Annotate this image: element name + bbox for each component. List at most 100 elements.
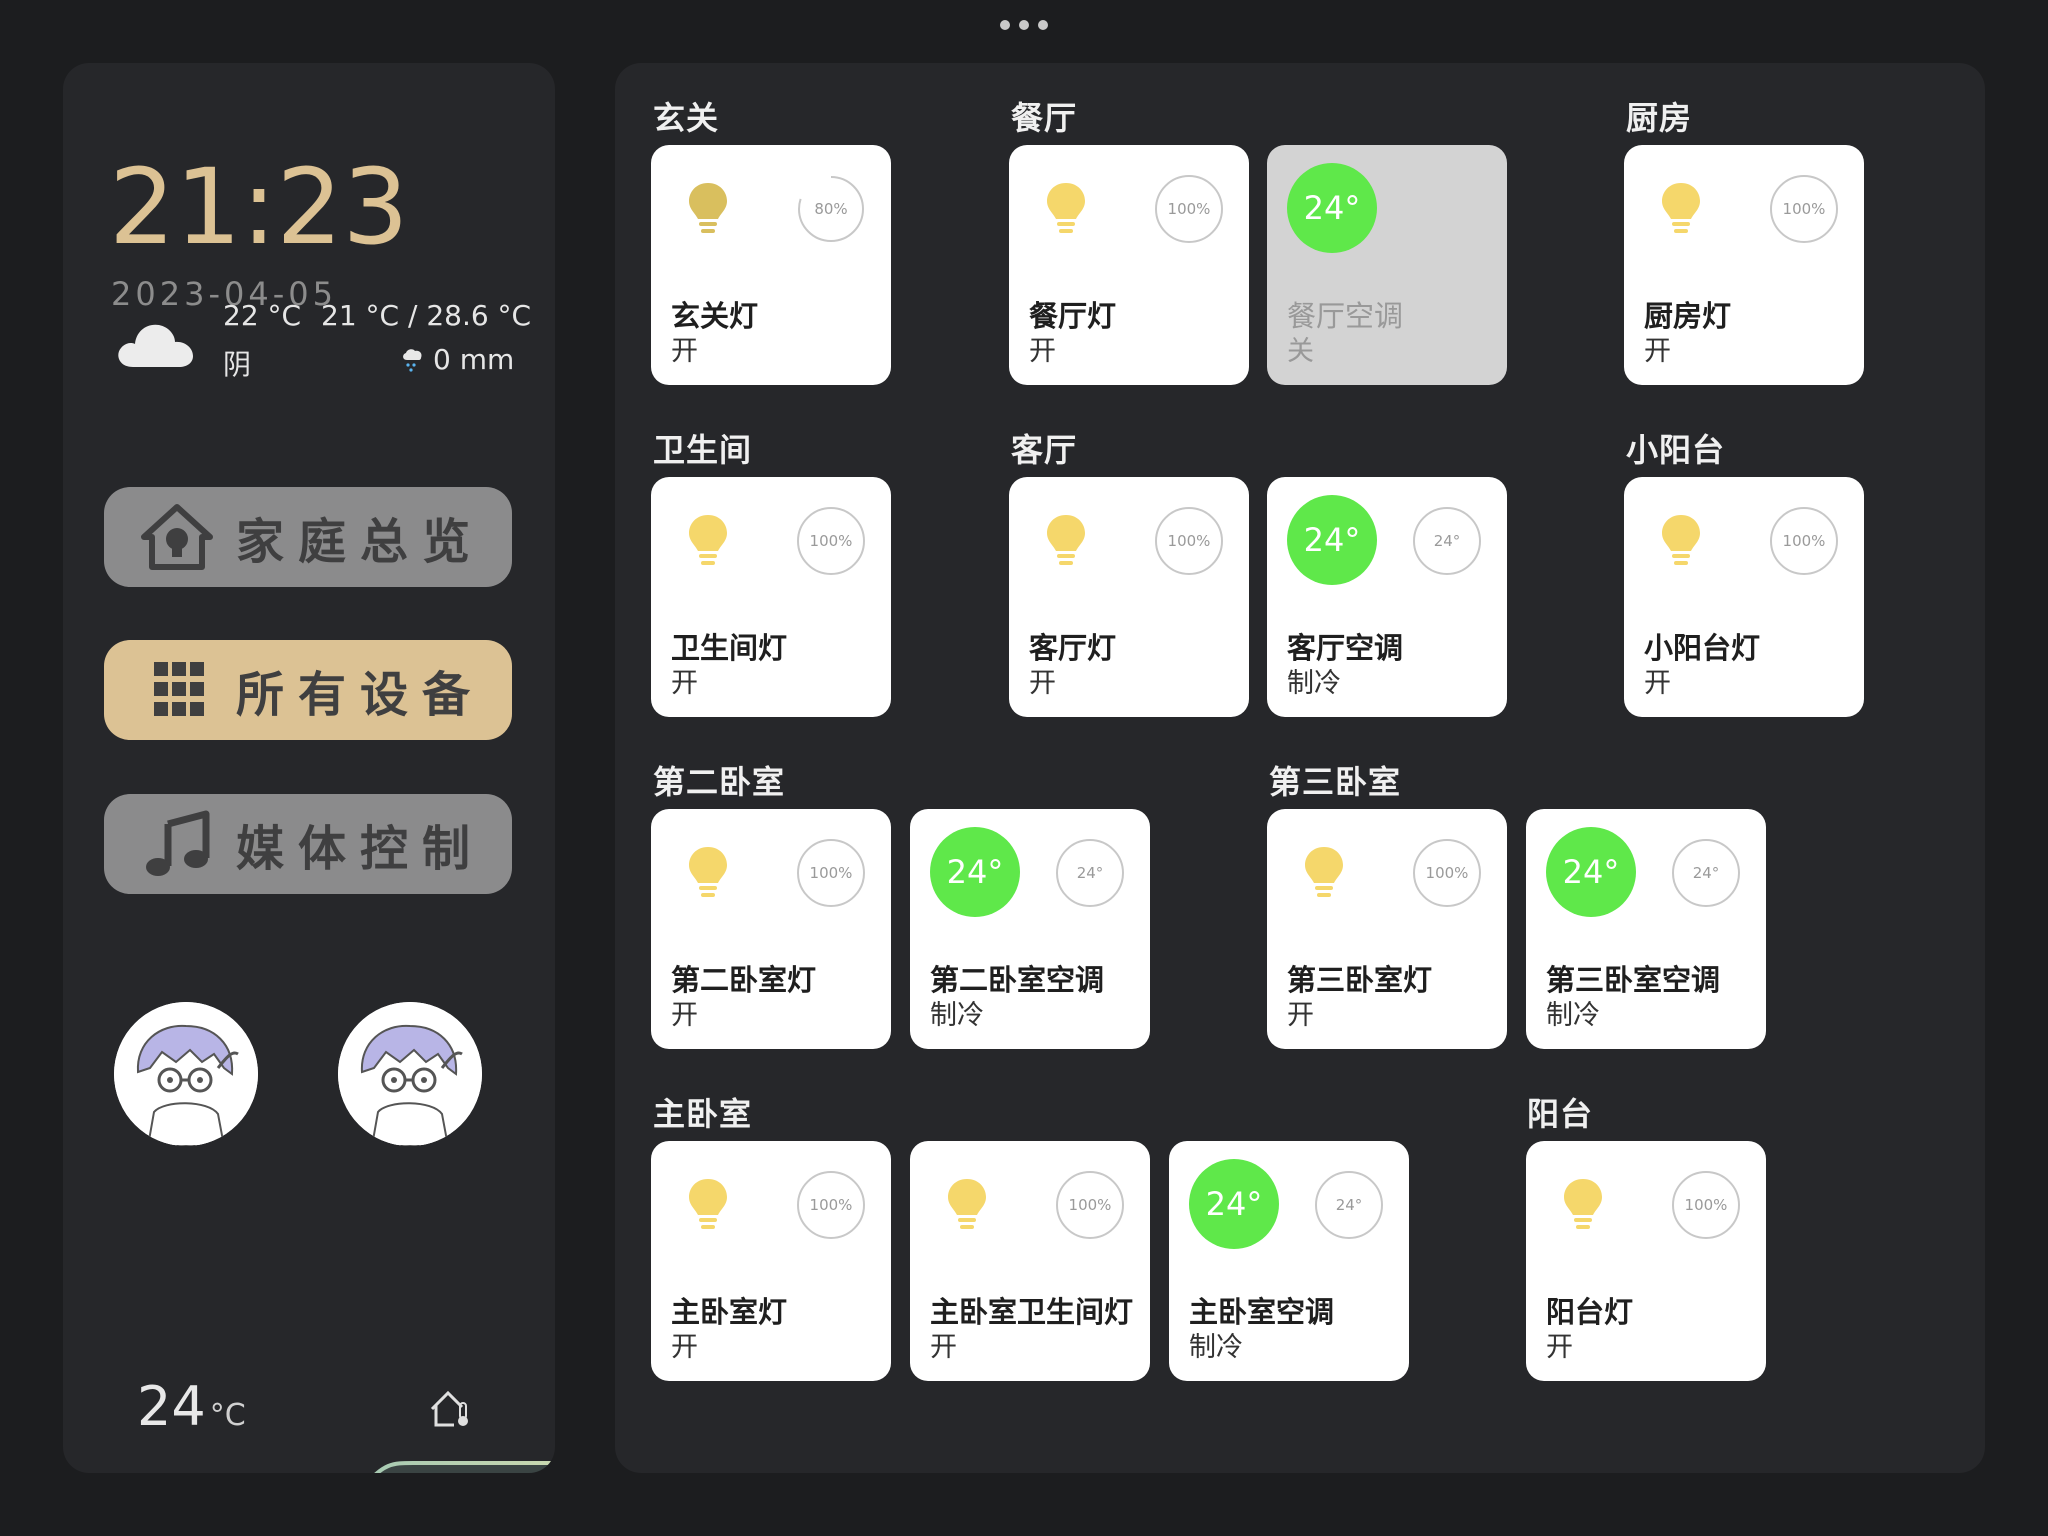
more-options-icon[interactable] (1000, 16, 1048, 34)
grid-icon (154, 662, 204, 716)
room-title: 主卧室 (653, 1095, 753, 1133)
brightness-indicator[interactable]: 100% (797, 839, 865, 907)
device-state: 开 (1029, 336, 1056, 367)
lightbulb-icon (1662, 183, 1700, 233)
user-avatar[interactable] (338, 1002, 482, 1146)
device-state: 开 (671, 1332, 698, 1363)
lightbulb-icon (1305, 847, 1343, 897)
device-state: 制冷 (1546, 1000, 1600, 1031)
room-title: 第二卧室 (653, 763, 786, 801)
indoor-temp-unit: °C (209, 1398, 246, 1433)
lightbulb-icon (1047, 515, 1085, 565)
sidebar: 21:23 2023-04-05 22 °C 21 °C / 28.6 °C 阴… (63, 63, 555, 1473)
weather-condition: 阴 (223, 348, 252, 381)
lightbulb-icon (1564, 1179, 1602, 1229)
device-card-light[interactable]: 100% 客厅灯 开 (1009, 477, 1249, 717)
all-devices-label: 所有设备 (236, 667, 485, 723)
weather-precip-value: 0 mm (433, 343, 515, 376)
device-state: 开 (671, 336, 698, 367)
brightness-indicator[interactable]: 100% (1672, 1171, 1740, 1239)
device-card-light[interactable]: 100% 第三卧室灯 开 (1267, 809, 1507, 1049)
device-card-light[interactable]: 100% 餐厅灯 开 (1009, 145, 1249, 385)
device-name: 主卧室卫生间灯 (930, 1295, 1134, 1329)
brightness-indicator[interactable]: 100% (1413, 839, 1481, 907)
ac-target-temp[interactable]: 24° (1056, 839, 1124, 907)
device-state: 制冷 (1189, 1332, 1243, 1363)
brightness-indicator[interactable]: 100% (1155, 507, 1223, 575)
device-card-light[interactable]: 80% 玄关灯 开 (651, 145, 891, 385)
device-state: 开 (1029, 668, 1056, 699)
rain-icon (403, 348, 422, 372)
ac-temperature-badge: 24° (1287, 163, 1377, 253)
device-panel: 玄关 餐厅 厨房 卫生间 客厅 小阳台 第二卧室 第三卧室 主卧室 阳台 80%… (615, 63, 1985, 1473)
device-card-ac[interactable]: 24° 24° 第三卧室空调 制冷 (1526, 809, 1766, 1049)
device-state: 开 (1644, 336, 1671, 367)
media-control-button[interactable]: 媒体控制 (104, 794, 512, 894)
clock-time: 21:23 (109, 146, 409, 268)
lightbulb-icon (689, 1179, 727, 1229)
all-devices-button[interactable]: 所有设备 (104, 640, 512, 740)
device-card-ac[interactable]: 24° 24° 主卧室空调 制冷 (1169, 1141, 1409, 1381)
device-card-light[interactable]: 100% 阳台灯 开 (1526, 1141, 1766, 1381)
music-note-icon (146, 810, 210, 876)
device-card-ac[interactable]: 24° 24° 第二卧室空调 制冷 (910, 809, 1150, 1049)
device-card-light[interactable]: 100% 主卧室灯 开 (651, 1141, 891, 1381)
dashboard-app: 21:23 2023-04-05 22 °C 21 °C / 28.6 °C 阴… (0, 0, 2048, 1536)
lightbulb-icon (689, 515, 727, 565)
device-state: 开 (671, 668, 698, 699)
user-avatar[interactable] (114, 1002, 258, 1146)
indoor-temp-value: 24 (137, 1375, 206, 1438)
device-card-ac[interactable]: 24° 餐厅空调 关 (1267, 145, 1507, 385)
media-control-label: 媒体控制 (236, 821, 485, 877)
room-title: 阳台 (1527, 1095, 1594, 1133)
home-overview-label: 家庭总览 (236, 514, 485, 570)
device-state: 开 (1644, 668, 1671, 699)
home-overview-button[interactable]: 家庭总览 (104, 487, 512, 587)
indoor-temperature: 24 °C (137, 1375, 246, 1438)
ac-temperature-badge: 24° (1287, 495, 1377, 585)
device-state: 开 (1287, 1000, 1314, 1031)
weather-precip: 0 mm (401, 343, 514, 376)
device-card-light[interactable]: 100% 卫生间灯 开 (651, 477, 891, 717)
ac-temperature-badge: 24° (930, 827, 1020, 917)
room-title: 厨房 (1626, 99, 1693, 137)
lightbulb-icon (1662, 515, 1700, 565)
cloud-icon (118, 324, 193, 367)
room-title: 第三卧室 (1269, 763, 1402, 801)
device-state: 开 (1546, 1332, 1573, 1363)
lightbulb-icon (948, 1179, 986, 1229)
device-state: 制冷 (930, 1000, 984, 1031)
ac-target-temp[interactable]: 24° (1315, 1171, 1383, 1239)
room-title: 餐厅 (1011, 99, 1078, 137)
lightbulb-icon (689, 183, 727, 233)
ac-target-temp[interactable]: 24° (1672, 839, 1740, 907)
room-title: 小阳台 (1626, 431, 1726, 469)
brightness-indicator[interactable]: 100% (1056, 1171, 1124, 1239)
device-state: 制冷 (1287, 668, 1341, 699)
device-card-light[interactable]: 100% 主卧室卫生间灯 开 (910, 1141, 1150, 1381)
home-thermometer-icon (430, 1390, 468, 1427)
device-card-light[interactable]: 100% 第二卧室灯 开 (651, 809, 891, 1049)
lightbulb-icon (1047, 183, 1085, 233)
device-card-ac[interactable]: 24° 24° 客厅空调 制冷 (1267, 477, 1507, 717)
brightness-indicator[interactable]: 100% (797, 1171, 865, 1239)
room-title: 玄关 (653, 99, 720, 137)
device-card-light[interactable]: 100% 小阳台灯 开 (1624, 477, 1864, 717)
room-title: 卫生间 (653, 431, 753, 469)
ac-temperature-badge: 24° (1189, 1159, 1279, 1249)
brightness-indicator[interactable]: 80% (797, 175, 865, 243)
weather-range: 21 °C / 28.6 °C (321, 299, 532, 332)
brightness-indicator[interactable]: 100% (1155, 175, 1223, 243)
brightness-indicator[interactable]: 100% (1770, 175, 1838, 243)
room-title: 客厅 (1011, 431, 1078, 469)
weather-temp: 22 °C (223, 299, 302, 332)
brightness-indicator[interactable]: 100% (1770, 507, 1838, 575)
device-state: 关 (1287, 336, 1314, 367)
indoor-temperature-sparkline (374, 1461, 555, 1473)
device-state: 开 (671, 1000, 698, 1031)
home-bulb-icon (141, 504, 213, 570)
lightbulb-icon (689, 847, 727, 897)
device-card-light[interactable]: 100% 厨房灯 开 (1624, 145, 1864, 385)
brightness-indicator[interactable]: 100% (797, 507, 865, 575)
ac-target-temp[interactable]: 24° (1413, 507, 1481, 575)
